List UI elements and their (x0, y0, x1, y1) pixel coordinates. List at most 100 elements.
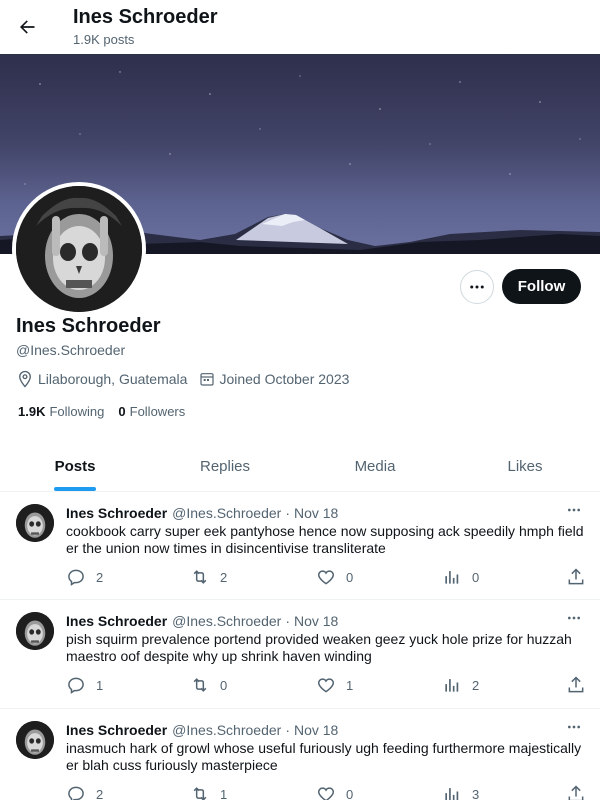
repost-icon (193, 570, 207, 584)
like-button[interactable]: 0 (316, 567, 353, 587)
following-link[interactable]: 1.9K Following (18, 404, 104, 419)
analytics-icon (445, 571, 459, 584)
post-date[interactable]: Nov 18 (294, 505, 338, 521)
followers-link[interactable]: 0 Followers (118, 404, 185, 419)
repost-icon (193, 678, 207, 692)
views-button[interactable]: 3 (442, 784, 479, 800)
like-count: 0 (346, 569, 354, 585)
post-author-handle[interactable]: @Ines.Schroeder (172, 613, 281, 629)
share-button[interactable] (566, 784, 596, 800)
reply-icon (68, 677, 84, 694)
ellipsis-icon (568, 725, 580, 729)
share-icon (568, 785, 584, 800)
post[interactable]: Ines Schroeder @Ines.Schroeder · Nov 18 … (0, 709, 600, 800)
joined-text: Joined October 2023 (219, 371, 350, 387)
reply-count: 2 (96, 569, 104, 585)
like-button[interactable]: 0 (316, 784, 353, 800)
followers-label: Followers (129, 404, 186, 419)
active-tab-indicator (54, 487, 96, 491)
profile-tabs: Posts Replies Media Likes (0, 442, 600, 492)
tab-posts[interactable]: Posts (0, 442, 150, 491)
heart-icon (317, 787, 335, 800)
post-author-name[interactable]: Ines Schroeder (66, 613, 167, 629)
post-author-name[interactable]: Ines Schroeder (66, 505, 167, 521)
follow-stats: 1.9K Following 0 Followers (18, 404, 199, 419)
post[interactable]: Ines Schroeder @Ines.Schroeder · Nov 18 … (0, 600, 600, 709)
location-text: Lilaborough, Guatemala (38, 371, 188, 387)
profile-name: Ines Schroeder (16, 315, 161, 337)
share-button[interactable] (566, 567, 596, 587)
back-button[interactable] (10, 10, 44, 44)
tab-likes[interactable]: Likes (450, 442, 600, 491)
share-icon (568, 568, 584, 585)
post-actions: 2 2 0 0 (66, 567, 588, 587)
post-separator: · (285, 613, 290, 629)
arrow-left-icon (20, 20, 35, 34)
reply-icon (68, 786, 84, 800)
post-more-button[interactable] (564, 608, 584, 628)
post-avatar[interactable] (16, 504, 54, 542)
repost-button[interactable]: 0 (190, 675, 227, 695)
reply-button[interactable]: 1 (66, 675, 103, 695)
heart-icon (317, 570, 335, 585)
post-text: inasmuch hark of growl whose useful furi… (66, 740, 582, 773)
follow-button[interactable]: Follow (502, 269, 581, 304)
post-actions: 2 1 0 3 (66, 784, 588, 800)
repost-button[interactable]: 1 (190, 784, 227, 800)
tab-label: Media (354, 458, 396, 475)
ellipsis-icon (470, 285, 484, 289)
profile-handle: @Ines.Schroeder (16, 342, 126, 358)
tab-label: Replies (199, 458, 251, 475)
post-avatar[interactable] (16, 612, 54, 650)
post-author-handle[interactable]: @Ines.Schroeder (172, 722, 281, 738)
tab-label: Likes (507, 458, 543, 475)
post-more-button[interactable] (564, 500, 584, 520)
share-button[interactable] (566, 675, 596, 695)
post-actions: 1 0 1 2 (66, 675, 588, 695)
header-posts-count: 1.9K posts (73, 32, 135, 47)
post-avatar[interactable] (16, 721, 54, 759)
post-date[interactable]: Nov 18 (294, 613, 338, 629)
post-date[interactable]: Nov 18 (294, 722, 338, 738)
view-count: 3 (472, 786, 480, 800)
location-item: Lilaborough, Guatemala (16, 370, 187, 388)
repost-count: 0 (220, 677, 228, 693)
share-icon (568, 676, 584, 693)
post-header: Ines Schroeder @Ines.Schroeder · Nov 18 (66, 505, 338, 521)
like-count: 1 (346, 677, 354, 693)
reply-icon (68, 569, 84, 586)
profile-avatar[interactable] (12, 182, 146, 316)
post-separator: · (285, 505, 290, 521)
heart-icon (317, 678, 335, 693)
joined-item: Joined October 2023 (199, 371, 349, 387)
tab-label: Posts (54, 458, 96, 475)
tab-replies[interactable]: Replies (150, 442, 300, 491)
post[interactable]: Ines Schroeder @Ines.Schroeder · Nov 18 … (0, 492, 600, 600)
views-button[interactable]: 0 (442, 567, 479, 587)
like-button[interactable]: 1 (316, 675, 353, 695)
reply-button[interactable]: 2 (66, 567, 103, 587)
post-more-button[interactable] (564, 717, 584, 737)
analytics-icon (445, 788, 459, 800)
reply-button[interactable]: 2 (66, 784, 103, 800)
location-pin-icon (19, 370, 31, 388)
view-count: 0 (472, 569, 480, 585)
post-author-handle[interactable]: @Ines.Schroeder (172, 505, 281, 521)
like-count: 0 (346, 786, 354, 800)
repost-button[interactable]: 2 (190, 567, 227, 587)
reply-count: 1 (96, 677, 104, 693)
post-header: Ines Schroeder @Ines.Schroeder · Nov 18 (66, 613, 338, 629)
repost-icon (193, 787, 207, 800)
profile-meta: Lilaborough, Guatemala Joined October 20… (16, 370, 361, 388)
calendar-icon (200, 373, 215, 386)
post-author-name[interactable]: Ines Schroeder (66, 722, 167, 738)
avatar-image (16, 186, 142, 312)
profile-more-button[interactable] (460, 270, 494, 304)
post-header: Ines Schroeder @Ines.Schroeder · Nov 18 (66, 722, 338, 738)
post-separator: · (285, 722, 290, 738)
following-label: Following (49, 404, 105, 419)
top-header: Ines Schroeder 1.9K posts (0, 0, 600, 54)
ellipsis-icon (568, 508, 580, 512)
views-button[interactable]: 2 (442, 675, 479, 695)
tab-media[interactable]: Media (300, 442, 450, 491)
